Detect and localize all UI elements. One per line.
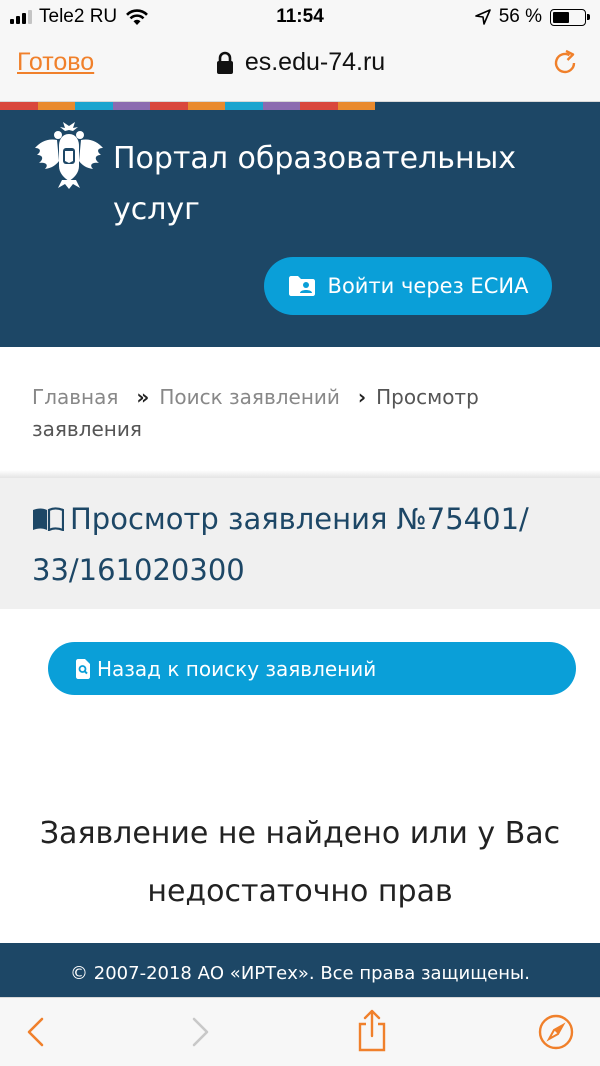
user-folder-icon: [288, 276, 315, 296]
address-field[interactable]: es.edu-74.ru: [0, 48, 600, 77]
status-right: 56 %: [474, 6, 590, 28]
compass-icon[interactable]: [538, 1014, 574, 1050]
battery-icon: [550, 8, 590, 26]
stripe-segment: [75, 102, 113, 110]
portal-title: Портал образовательных услуг: [113, 141, 517, 227]
stripe-segment: [0, 102, 38, 110]
color-stripe: [0, 102, 375, 110]
breadcrumb-search[interactable]: Поиск заявлений: [159, 385, 340, 409]
login-esia-button[interactable]: Войти через ЕСИА: [264, 257, 552, 315]
page-title-text: Просмотр заявления №75401/ 33/161020300: [32, 502, 529, 587]
copyright-text: © 2007-2018 АО «ИРТех». Все права защище…: [70, 963, 530, 984]
back-to-search-label: Назад к поиску заявлений: [97, 656, 377, 681]
divider: [0, 470, 600, 478]
browser-url-bar: Готово es.edu-74.ru: [0, 34, 600, 102]
login-esia-label: Войти через ЕСИА: [327, 274, 529, 298]
breadcrumb-home[interactable]: Главная: [32, 385, 118, 409]
stripe-segment: [187, 102, 225, 110]
battery-percent: 56 %: [498, 6, 542, 27]
breadcrumb: Главная» Поиск заявлений › Просмотр заявлен…: [32, 381, 572, 445]
footer: © 2007-2018 АО «ИРТех». Все права защище…: [0, 943, 600, 997]
location-arrow-icon: [474, 9, 491, 25]
not-found-message: Заявление не найдено или у Вас недостато…: [39, 816, 561, 909]
forward-arrow-icon[interactable]: [182, 1014, 218, 1050]
search-document-icon: [76, 658, 90, 679]
stripe-segment: [37, 102, 75, 110]
browser-toolbar: [0, 997, 600, 1066]
stripe-segment: [150, 102, 188, 110]
coat-of-arms-logo: [35, 122, 103, 189]
back-to-search-button[interactable]: Назад к поиску заявлений: [48, 642, 576, 695]
stripe-segment: [225, 102, 263, 110]
stripe-segment: [337, 102, 375, 110]
url-text: es.edu-74.ru: [244, 48, 386, 76]
stripe-segment: [112, 102, 150, 110]
breadcrumb-separator: ›: [357, 385, 367, 409]
open-book-icon: [33, 507, 64, 531]
page-title: Просмотр заявления №75401/ 33/161020300: [32, 494, 572, 596]
share-icon[interactable]: [354, 1008, 390, 1052]
reload-icon[interactable]: [550, 48, 580, 78]
stripe-segment: [300, 102, 338, 110]
status-bar: Tele2 RU 11:54 56 %: [0, 0, 600, 34]
lock-icon: [216, 51, 233, 74]
breadcrumb-separator: »: [136, 385, 150, 409]
back-arrow-icon[interactable]: [18, 1014, 54, 1050]
stripe-segment: [262, 102, 300, 110]
